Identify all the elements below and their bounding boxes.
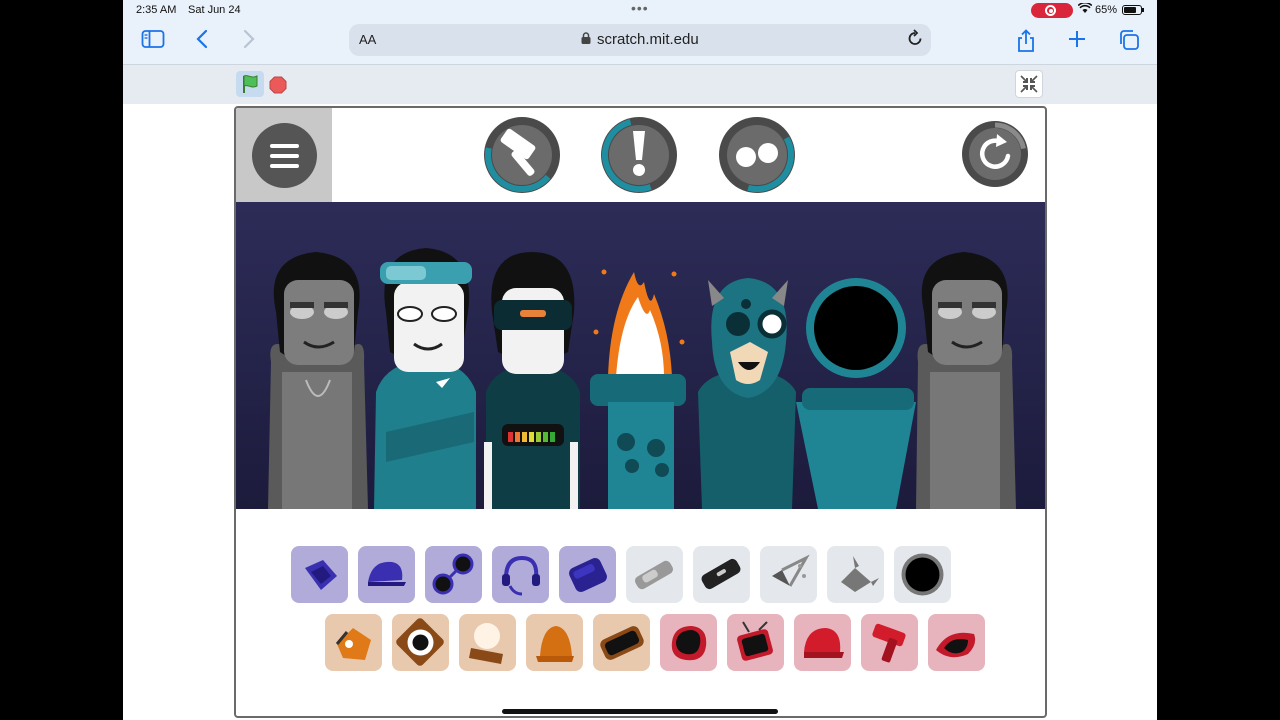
ipad-screen: 2:35 AM Sat Jun 24 ••• 65% AA scratch.mi… <box>123 0 1157 720</box>
reset-icon <box>962 121 1028 187</box>
alert-mode-button[interactable] <box>600 116 678 194</box>
red-visor-icon[interactable] <box>928 614 985 671</box>
sidebar-icon[interactable] <box>140 29 166 53</box>
gray-goggles-icon[interactable] <box>626 546 683 603</box>
hammer-mode-button[interactable] <box>483 116 561 194</box>
orange-beast-icon[interactable] <box>325 614 382 671</box>
text-size-button[interactable]: AA <box>359 32 376 47</box>
orange-moon-icon[interactable] <box>459 614 516 671</box>
purple-glasses-icon[interactable] <box>425 546 482 603</box>
back-icon[interactable] <box>189 29 215 53</box>
address-bar[interactable]: AA scratch.mit.edu <box>349 24 931 56</box>
wifi-icon <box>1077 1 1093 17</box>
red-hammer-icon[interactable] <box>861 614 918 671</box>
red-cap-icon[interactable] <box>794 614 851 671</box>
hole-singer[interactable] <box>796 278 916 509</box>
black-hole-icon[interactable] <box>894 546 951 603</box>
goggles-singer[interactable] <box>374 248 476 509</box>
reload-icon[interactable] <box>907 29 923 52</box>
fire-singer[interactable] <box>590 269 686 510</box>
battery-icon <box>1122 5 1144 15</box>
green-flag-icon <box>243 75 258 93</box>
reset-button[interactable] <box>961 120 1029 188</box>
gray-singer-2[interactable] <box>916 252 1016 509</box>
scratch-stage-header <box>123 65 1157 104</box>
battery-percent: 65% <box>1095 4 1118 16</box>
multitask-dots[interactable]: ••• <box>631 0 649 16</box>
orange-mask-icon[interactable] <box>593 614 650 671</box>
url-text: scratch.mit.edu <box>597 31 699 48</box>
stop-button[interactable] <box>269 76 287 94</box>
new-tab-icon[interactable] <box>1064 29 1090 53</box>
singer-scene <box>236 202 1045 509</box>
green-flag-button[interactable] <box>236 71 264 97</box>
gray-visor-icon[interactable] <box>693 546 750 603</box>
share-icon[interactable] <box>1013 29 1039 53</box>
purple-helmet-icon[interactable] <box>559 546 616 603</box>
horned-singer[interactable] <box>698 278 796 509</box>
visor-singer[interactable] <box>484 252 580 509</box>
status-bar: 2:35 AM Sat Jun 24 ••• 65% <box>123 0 1157 20</box>
hamburger-menu-button[interactable] <box>252 123 317 188</box>
lock-icon <box>581 32 591 44</box>
purple-cap-icon[interactable] <box>358 546 415 603</box>
stop-icon <box>269 76 287 94</box>
status-time: 2:35 AM <box>136 4 177 16</box>
purple-headphones-icon[interactable] <box>492 546 549 603</box>
orange-hat-icon[interactable] <box>526 614 583 671</box>
red-tv-icon[interactable] <box>727 614 784 671</box>
browser-toolbar: AA scratch.mit.edu <box>123 20 1157 65</box>
screen-record-indicator[interactable] <box>1031 3 1073 18</box>
red-blob-icon[interactable] <box>660 614 717 671</box>
eyes-icon <box>719 117 795 193</box>
home-indicator[interactable] <box>502 709 778 714</box>
orange-eye-icon[interactable] <box>392 614 449 671</box>
status-date: Sat Jun 24 <box>188 4 241 16</box>
hammer-icon <box>484 117 560 193</box>
exclamation-icon <box>601 117 677 193</box>
unfullscreen-icon <box>1020 75 1038 93</box>
tabs-overview-icon[interactable] <box>1116 29 1142 53</box>
menu-area <box>236 108 332 202</box>
exit-fullscreen-button[interactable] <box>1015 70 1043 98</box>
purple-hood-icon[interactable] <box>291 546 348 603</box>
gray-singer[interactable] <box>268 252 368 509</box>
game-stage[interactable] <box>234 106 1047 718</box>
gray-spark-icon[interactable] <box>760 546 817 603</box>
eyes-mode-button[interactable] <box>718 116 796 194</box>
forward-icon[interactable] <box>236 29 262 53</box>
gray-horn-icon[interactable] <box>827 546 884 603</box>
